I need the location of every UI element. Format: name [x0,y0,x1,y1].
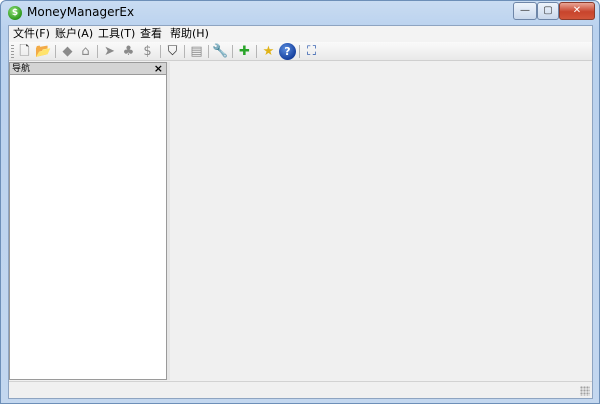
menu-help[interactable]: 帮助(H) [170,27,209,41]
toolbar: 🗋 📂 ◆ ⌂ ➤ ♣ $ ⛉ ▤ 🔧 ✚ ★ ? ⛶ [9,42,592,61]
filter-icon[interactable]: ⛉ [164,43,181,60]
home-icon[interactable]: ⌂ [77,43,94,60]
open-database-icon[interactable]: 📂 [35,43,52,60]
navigation-header: 导航 × [10,62,166,75]
menu-view[interactable]: 查看 [140,27,162,41]
maximize-button[interactable]: ▢ [537,2,559,20]
menu-file[interactable]: 文件(F) [13,27,50,41]
new-database-icon[interactable]: 🗋 [16,43,33,60]
toolbar-separator [299,45,300,58]
payees-icon[interactable]: ➤ [101,43,118,60]
toolbar-separator [55,45,56,58]
navigation-title: 导航 [12,64,31,74]
client-area: 文件(F) 账户(A) 工具(T) 查看 帮助(H) 🗋 📂 ◆ ⌂ ➤ ♣ $… [8,25,593,399]
title-bar[interactable]: $ MoneyManagerEx — ▢ ✕ [1,1,599,25]
navigation-close-icon[interactable]: × [154,62,163,75]
new-account-icon[interactable]: ◆ [59,43,76,60]
toolbar-separator [160,45,161,58]
favorite-star-icon[interactable]: ★ [260,43,277,60]
toolbar-separator [184,45,185,58]
fullscreen-icon[interactable]: ⛶ [303,43,320,60]
status-bar [9,381,592,398]
report-icon[interactable]: ▤ [188,43,205,60]
menu-accounts[interactable]: 账户(A) [55,27,93,41]
help-icon[interactable]: ? [279,43,296,60]
minimize-button[interactable]: — [513,2,537,20]
currency-icon[interactable]: $ [139,43,156,60]
resize-grip[interactable] [580,386,590,396]
toolbar-separator [97,45,98,58]
toolbar-grip[interactable] [11,45,14,58]
toolbar-separator [256,45,257,58]
close-button[interactable]: ✕ [559,2,595,20]
toolbar-separator [232,45,233,58]
menu-bar: 文件(F) 账户(A) 工具(T) 查看 帮助(H) [9,26,592,42]
window-title: MoneyManagerEx [27,5,135,19]
app-window: $ MoneyManagerEx — ▢ ✕ 文件(F) 账户(A) 工具(T)… [0,0,600,404]
options-wrench-icon[interactable]: 🔧 [212,43,229,60]
categories-icon[interactable]: ♣ [120,43,137,60]
add-transaction-icon[interactable]: ✚ [236,43,253,60]
navigation-panel[interactable]: 导航 × [9,62,167,380]
toolbar-separator [208,45,209,58]
app-logo-icon: $ [8,6,22,20]
main-content-area [170,62,592,380]
menu-tools[interactable]: 工具(T) [98,27,135,41]
